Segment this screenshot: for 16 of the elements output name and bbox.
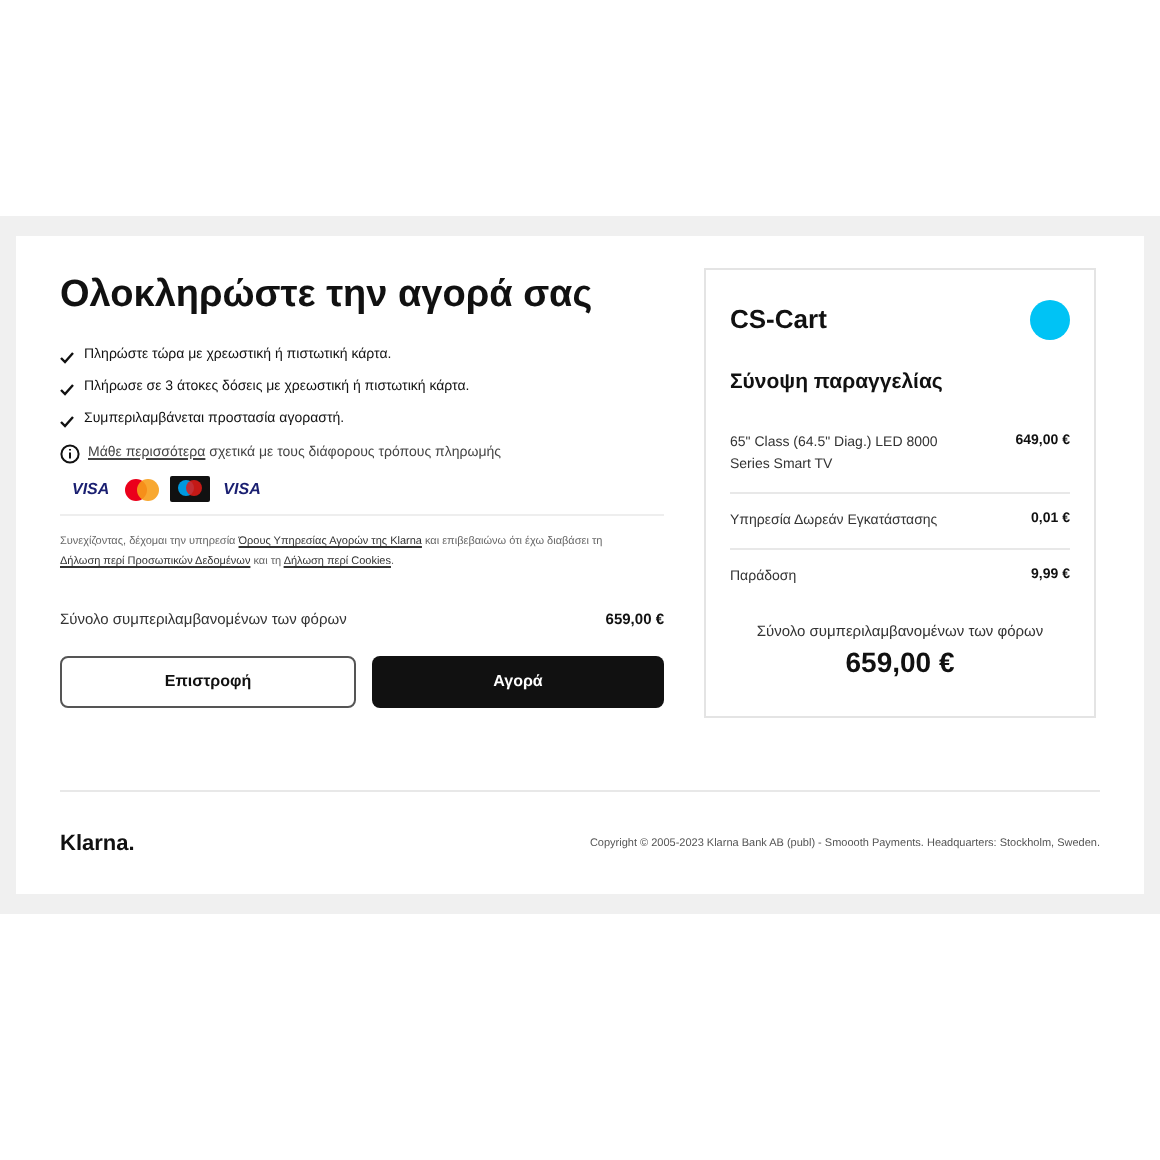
check-icon bbox=[60, 415, 74, 427]
store-logo-icon bbox=[1030, 300, 1070, 340]
buy-button[interactable]: Αγορά bbox=[372, 656, 664, 709]
mastercard-logo bbox=[123, 477, 160, 501]
check-icon bbox=[60, 351, 74, 363]
back-button[interactable]: Επιστροφή bbox=[60, 656, 356, 709]
visa-logo: VISA bbox=[70, 477, 112, 501]
page-title: Ολοκληρώστε την αγορά σας bbox=[60, 272, 595, 320]
summary-title: Σύνοψη παραγγελίας bbox=[730, 368, 945, 398]
visa-logo: VISA bbox=[221, 477, 263, 501]
info-icon bbox=[60, 443, 80, 464]
maestro-logo bbox=[169, 476, 210, 502]
klarna-logo: Klarna. bbox=[60, 830, 135, 860]
check-icon bbox=[60, 383, 74, 395]
store-name: CS-Cart bbox=[730, 302, 827, 339]
summary-total-value: 659,00 € bbox=[843, 644, 957, 682]
